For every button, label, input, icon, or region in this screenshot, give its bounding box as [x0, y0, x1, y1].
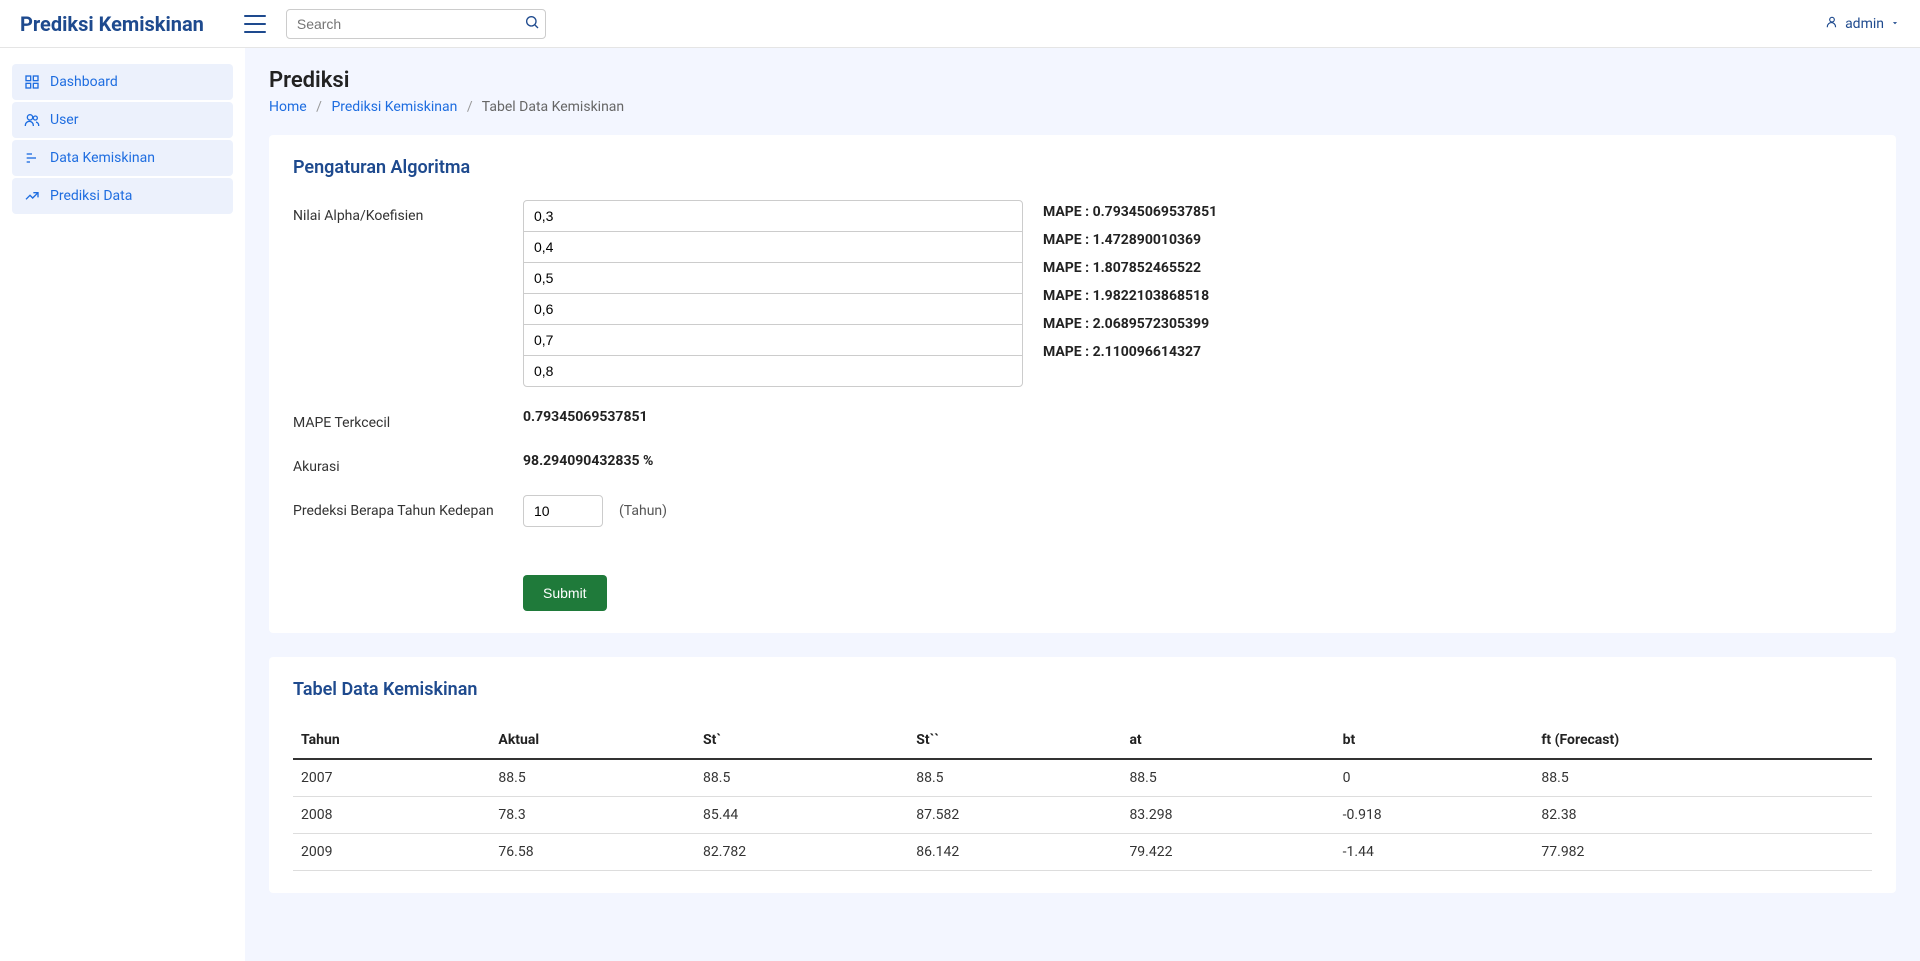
page-title: Prediksi: [269, 68, 1896, 93]
alpha-inputs: [523, 200, 1023, 387]
mape-list: MAPE : 0.79345069537851 MAPE : 1.4728900…: [1043, 200, 1872, 387]
table-header: Tahun: [293, 722, 490, 759]
sidebar-item-data-kemiskinan[interactable]: Data Kemiskinan: [12, 140, 233, 176]
table-cell: 78.3: [490, 797, 695, 834]
table-card: Tabel Data Kemiskinan Tahun Aktual St` S…: [269, 657, 1896, 893]
submit-button[interactable]: Submit: [523, 575, 607, 611]
table-cell: 2007: [293, 759, 490, 797]
table-header: Aktual: [490, 722, 695, 759]
years-label: Predeksi Berapa Tahun Kedepan: [293, 495, 503, 519]
settings-card: Pengaturan Algoritma Nilai Alpha/Koefisi…: [269, 135, 1896, 633]
breadcrumb-current: Tabel Data Kemiskinan: [482, 99, 624, 115]
table-cell: 82.782: [695, 834, 908, 871]
sidebar-item-dashboard[interactable]: Dashboard: [12, 64, 233, 100]
mape-item: MAPE : 1.807852465522: [1043, 260, 1872, 276]
accuracy-value: 98.294090432835 %: [523, 451, 1872, 469]
search-icon[interactable]: [524, 14, 540, 34]
alpha-input-1[interactable]: [523, 231, 1023, 263]
table-cell: 79.422: [1121, 834, 1334, 871]
table-header: bt: [1335, 722, 1534, 759]
sidebar-item-user[interactable]: User: [12, 102, 233, 138]
table-cell: -0.918: [1335, 797, 1534, 834]
grid-icon: [24, 74, 40, 90]
data-table: Tahun Aktual St` St`` at bt ft (Forecast…: [293, 722, 1872, 871]
search-wrapper: [286, 9, 546, 39]
table-cell: -1.44: [1335, 834, 1534, 871]
table-row: 200976.5882.78286.14279.422-1.4477.982: [293, 834, 1872, 871]
table-cell: 88.5: [1533, 759, 1872, 797]
alpha-input-0[interactable]: [523, 200, 1023, 232]
table-cell: 87.582: [908, 797, 1121, 834]
search-input[interactable]: [286, 9, 546, 39]
mape-item: MAPE : 1.9822103868518: [1043, 288, 1872, 304]
user-icon: [1825, 15, 1839, 33]
alpha-label: Nilai Alpha/Koefisien: [293, 200, 503, 387]
table-header: St`: [695, 722, 908, 759]
mape-item: MAPE : 1.472890010369: [1043, 232, 1872, 248]
table-cell: 88.5: [490, 759, 695, 797]
user-menu[interactable]: admin: [1825, 15, 1900, 33]
alpha-input-2[interactable]: [523, 262, 1023, 294]
chevron-down-icon: [1890, 16, 1900, 32]
mape-item: MAPE : 2.0689572305399: [1043, 316, 1872, 332]
breadcrumb-home[interactable]: Home: [269, 99, 307, 115]
breadcrumb-mid[interactable]: Prediksi Kemiskinan: [331, 99, 457, 115]
table-cell: 88.5: [1121, 759, 1334, 797]
mape-min-label: MAPE Terkcecil: [293, 407, 503, 431]
table-row: 200788.588.588.588.5088.5: [293, 759, 1872, 797]
brand-title: Prediksi Kemiskinan: [20, 12, 204, 36]
mape-item: MAPE : 2.110096614327: [1043, 344, 1872, 360]
alpha-input-5[interactable]: [523, 355, 1023, 387]
table-cell: 77.982: [1533, 834, 1872, 871]
sidebar-item-label: Dashboard: [50, 74, 118, 90]
trend-icon: [24, 188, 40, 204]
table-cell: 82.38: [1533, 797, 1872, 834]
table-header: St``: [908, 722, 1121, 759]
table-cell: 76.58: [490, 834, 695, 871]
years-input[interactable]: [523, 495, 603, 527]
breadcrumb: Home / Prediksi Kemiskinan / Tabel Data …: [269, 99, 1896, 115]
user-label: admin: [1845, 16, 1884, 32]
settings-card-title: Pengaturan Algoritma: [293, 157, 1872, 178]
mape-item: MAPE : 0.79345069537851: [1043, 204, 1872, 220]
table-cell: 88.5: [695, 759, 908, 797]
table-cell: 86.142: [908, 834, 1121, 871]
header: Prediksi Kemiskinan admin: [0, 0, 1920, 48]
alpha-input-3[interactable]: [523, 293, 1023, 325]
sidebar: Dashboard User Data Kemiskinan Prediksi …: [0, 48, 245, 961]
table-cell: 85.44: [695, 797, 908, 834]
table-cell: 2008: [293, 797, 490, 834]
table-cell: 2009: [293, 834, 490, 871]
years-unit: (Tahun): [619, 503, 667, 519]
table-card-title: Tabel Data Kemiskinan: [293, 679, 1872, 700]
bars-icon: [24, 150, 40, 166]
mape-min-value: 0.79345069537851: [523, 407, 1872, 425]
table-header-row: Tahun Aktual St` St`` at bt ft (Forecast…: [293, 722, 1872, 759]
breadcrumb-sep: /: [467, 99, 473, 115]
menu-toggle-button[interactable]: [244, 15, 266, 33]
sidebar-item-label: Data Kemiskinan: [50, 150, 155, 166]
breadcrumb-sep: /: [316, 99, 322, 115]
table-cell: 88.5: [908, 759, 1121, 797]
accuracy-label: Akurasi: [293, 451, 503, 475]
sidebar-item-label: Prediksi Data: [50, 188, 132, 204]
sidebar-item-prediksi-data[interactable]: Prediksi Data: [12, 178, 233, 214]
alpha-input-4[interactable]: [523, 324, 1023, 356]
table-header: at: [1121, 722, 1334, 759]
sidebar-item-label: User: [50, 112, 78, 128]
table-cell: 0: [1335, 759, 1534, 797]
table-row: 200878.385.4487.58283.298-0.91882.38: [293, 797, 1872, 834]
users-icon: [24, 112, 40, 128]
table-cell: 83.298: [1121, 797, 1334, 834]
table-header: ft (Forecast): [1533, 722, 1872, 759]
main-content: Prediksi Home / Prediksi Kemiskinan / Ta…: [245, 48, 1920, 961]
